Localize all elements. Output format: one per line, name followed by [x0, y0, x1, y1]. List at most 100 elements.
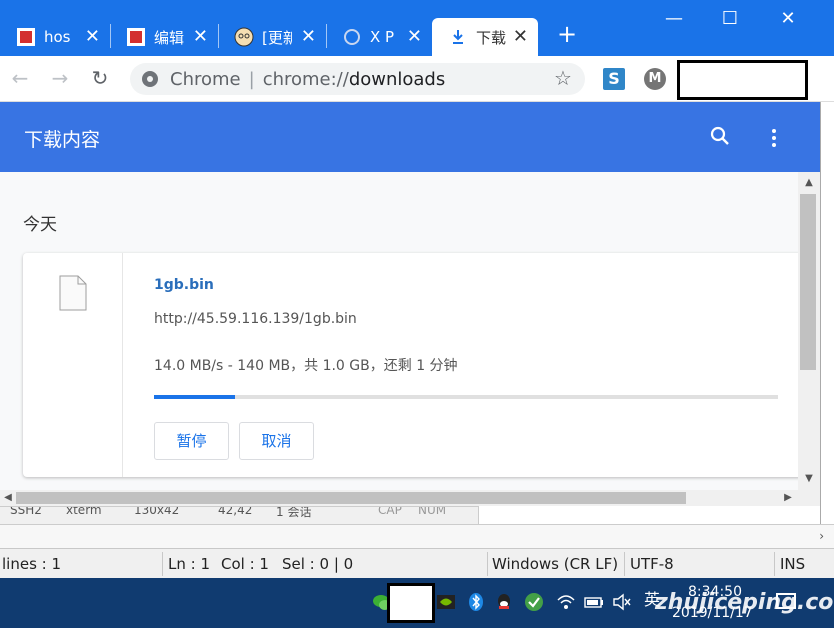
- status-separator: [624, 552, 625, 576]
- forward-button[interactable]: →: [48, 66, 72, 90]
- minimize-button[interactable]: —: [662, 8, 686, 29]
- tab-title: 下载: [476, 28, 506, 47]
- extension-m-icon[interactable]: M: [644, 68, 666, 90]
- browser-toolbar: ← → ↻ Chrome | chrome:// downloads ☆ S M: [0, 56, 834, 102]
- status-encoding: UTF-8: [630, 555, 674, 573]
- download-progress-bar: [154, 395, 778, 399]
- redacted-box: [677, 60, 808, 100]
- background-window-edge: [820, 102, 834, 524]
- status-sel: Sel : 0 | 0: [282, 555, 354, 573]
- nvidia-icon[interactable]: [436, 592, 456, 612]
- url-host: downloads: [348, 68, 446, 90]
- screen: hos ✕ 编辑 ✕ [更新 ✕ X P ✕ 下载 ✕ + — ☐ ✕ ← → …: [0, 0, 834, 628]
- maximize-button[interactable]: ☐: [718, 8, 742, 29]
- close-icon[interactable]: ✕: [193, 28, 208, 46]
- tab-title: hos: [44, 28, 71, 46]
- address-bar[interactable]: Chrome | chrome:// downloads: [130, 63, 585, 95]
- vertical-scrollbar[interactable]: ▲ ▼: [798, 172, 820, 490]
- bluetooth-icon[interactable]: [466, 592, 486, 612]
- omnibox-label: Chrome: [170, 68, 241, 90]
- close-icon[interactable]: ✕: [85, 28, 100, 46]
- wifi-icon[interactable]: [556, 592, 576, 612]
- security-check-icon[interactable]: [524, 592, 544, 612]
- xshell-sessions: 1 会话: [276, 506, 312, 519]
- globe-icon: [342, 27, 362, 47]
- date-heading: 今天: [23, 215, 57, 235]
- red-square-icon: [126, 27, 146, 47]
- horizontal-scroll-thumb[interactable]: [16, 492, 686, 504]
- background-window-pane: [478, 506, 820, 524]
- notification-icon[interactable]: [776, 593, 796, 609]
- close-icon[interactable]: ✕: [301, 28, 316, 46]
- scrollbar-corner: [798, 490, 820, 506]
- xshell-num: NUM: [418, 506, 447, 517]
- tab-title: 编辑: [154, 28, 184, 47]
- back-button[interactable]: ←: [8, 66, 32, 90]
- status-lines: lines : 1: [2, 555, 62, 573]
- tab-title: [更新: [262, 28, 292, 47]
- scroll-left-icon[interactable]: ◀: [0, 490, 16, 506]
- volume-muted-icon[interactable]: [612, 592, 632, 612]
- file-icon: [59, 275, 87, 311]
- extension-s-icon[interactable]: S: [603, 68, 625, 90]
- file-url[interactable]: http://45.59.116.139/1gb.bin: [154, 311, 357, 327]
- vertical-scroll-thumb[interactable]: [800, 194, 816, 370]
- battery-icon[interactable]: [584, 592, 604, 612]
- search-icon[interactable]: [708, 124, 732, 148]
- red-square-icon: [16, 27, 36, 47]
- tab-editor[interactable]: 编辑 ✕: [110, 18, 218, 56]
- xshell-size: 130x42: [134, 506, 180, 517]
- scroll-down-icon[interactable]: ▼: [798, 470, 820, 488]
- bookmark-star-icon[interactable]: ☆: [554, 66, 572, 90]
- cancel-button[interactable]: 取消: [239, 422, 314, 460]
- downloads-header: 下载内容: [0, 102, 820, 172]
- status-col: Col : 1: [221, 555, 269, 573]
- scroll-up-icon[interactable]: ▲: [798, 174, 820, 192]
- tab-update[interactable]: [更新 ✕: [218, 18, 326, 56]
- close-icon[interactable]: ✕: [513, 28, 528, 46]
- xshell-cursor: 42,42: [218, 506, 253, 517]
- scroll-right-icon[interactable]: ▶: [780, 490, 796, 506]
- status-separator: [162, 552, 163, 576]
- watermark: zhujiceping.com: [655, 590, 834, 615]
- tab-title: X P: [370, 28, 395, 46]
- status-eol: Windows (CR LF): [492, 555, 619, 573]
- page-title: 下载内容: [24, 129, 101, 151]
- status-separator: [774, 552, 775, 576]
- xshell-cap: CAP: [378, 506, 402, 517]
- download-status: 14.0 MB/s - 140 MB，共 1.0 GB，还剩 1 分钟: [154, 358, 458, 374]
- xshell-protocol: SSH2: [10, 506, 42, 517]
- reload-button[interactable]: ↻: [88, 66, 112, 90]
- tab-downloads[interactable]: 下载 ✕: [432, 18, 538, 56]
- downloads-list: 今天 1gb.bin http://45.59.116.139/1gb.bin …: [0, 172, 798, 490]
- horizontal-scrollbar[interactable]: ◀ ▶: [0, 490, 798, 506]
- download-item-card: 1gb.bin http://45.59.116.139/1gb.bin 14.…: [23, 253, 798, 477]
- file-icon-column: [23, 253, 123, 477]
- url-scheme: chrome://: [262, 68, 349, 90]
- status-separator: [487, 552, 488, 576]
- scroll-right-icon[interactable]: ›: [819, 529, 824, 543]
- xshell-term: xterm: [66, 506, 102, 517]
- download-icon: [448, 27, 468, 47]
- qq-icon[interactable]: [494, 592, 514, 612]
- status-ln: Ln : 1: [168, 555, 210, 573]
- new-tab-button[interactable]: +: [555, 22, 579, 46]
- editor-status-bar: lines : 1 Ln : 1 Col : 1 Sel : 0 | 0 Win…: [0, 548, 834, 578]
- download-progress-fill: [154, 395, 236, 399]
- avatar-icon: [234, 27, 254, 47]
- pause-button[interactable]: 暂停: [154, 422, 229, 460]
- more-menu-icon[interactable]: [766, 126, 782, 150]
- editor-horizontal-scrollbar[interactable]: ›: [0, 524, 834, 548]
- taskbar: 英 8:34:50 2019/11/17 zhujiceping.com: [0, 578, 834, 628]
- status-mode: INS: [780, 555, 806, 573]
- file-name-link[interactable]: 1gb.bin: [154, 277, 214, 293]
- omnibox-separator: |: [248, 68, 255, 90]
- tab-xp[interactable]: X P ✕: [326, 18, 432, 56]
- close-icon[interactable]: ✕: [407, 28, 422, 46]
- window-close-button[interactable]: ✕: [776, 8, 800, 29]
- chrome-icon: [142, 71, 158, 87]
- tab-hosts[interactable]: hos ✕: [0, 18, 110, 56]
- xshell-status-bar: SSH2 xterm 130x42 42,42 1 会话 CAP NUM: [0, 506, 478, 524]
- redacted-box: [387, 583, 435, 623]
- tab-strip: hos ✕ 编辑 ✕ [更新 ✕ X P ✕ 下载 ✕ + — ☐ ✕: [0, 0, 834, 56]
